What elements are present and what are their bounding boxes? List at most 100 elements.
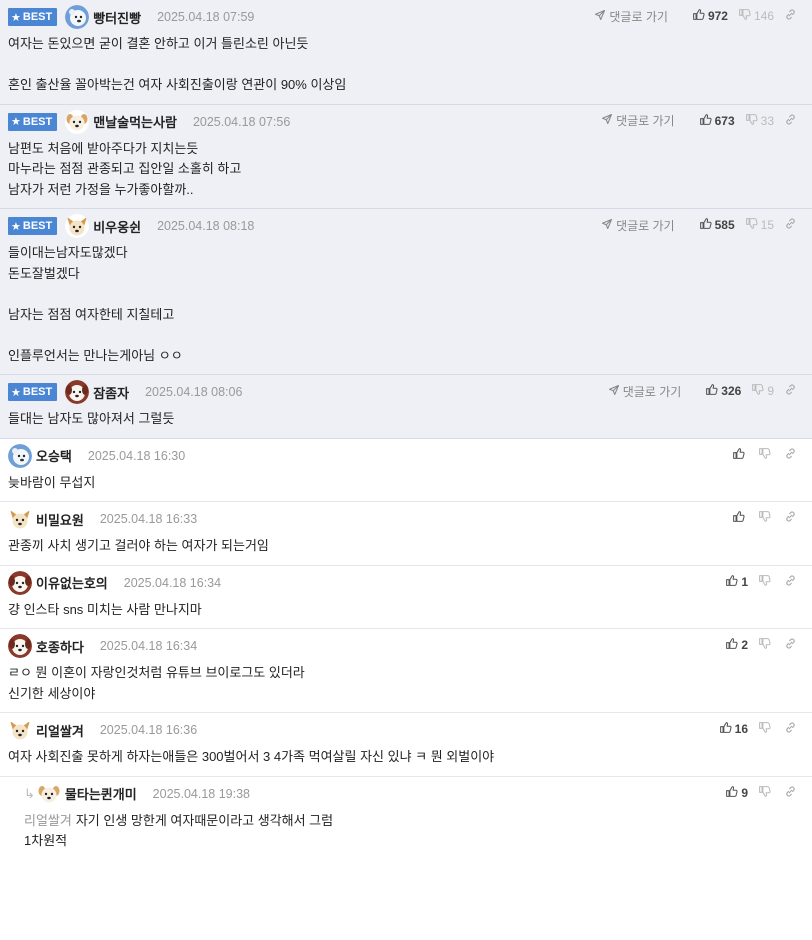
avatar[interactable] — [36, 781, 61, 806]
dislike-button[interactable] — [758, 721, 774, 737]
share-link-button[interactable] — [784, 510, 800, 526]
comment-actions: 댓글로 가기 673 33 — [601, 111, 800, 131]
share-link-button[interactable] — [784, 113, 800, 129]
avatar[interactable] — [8, 718, 32, 742]
link-icon — [784, 510, 800, 526]
dislike-button[interactable] — [758, 447, 774, 463]
like-button[interactable]: 9 — [725, 785, 748, 801]
share-link-button[interactable] — [784, 217, 800, 233]
share-link-button[interactable] — [784, 447, 800, 463]
nickname[interactable]: 잠좀자 — [93, 383, 129, 402]
link-icon — [784, 637, 800, 653]
dislike-button[interactable]: 15 — [745, 217, 774, 233]
comment-line: 신기한 세상이야 — [8, 685, 96, 701]
share-link-button[interactable] — [784, 785, 800, 801]
best-comment: ★ BEST 빵터진빵 2025.04.18 07:59 댓글로 가기 972 146 여자는… — [0, 0, 812, 105]
comment-body: 들이대는남자도많겠다 돈도잘벌겠다 남자는 점점 여자한테 지칠테고 인플루언서는… — [8, 243, 804, 366]
link-icon — [784, 785, 800, 801]
comment: 비밀요원 2025.04.18 16:33 관종끼 사치 생기고 걸러야 하는 여자… — [0, 502, 812, 566]
comment-line: 남편도 처음에 받아주다가 지치는듯 — [8, 140, 199, 156]
like-count: 673 — [714, 113, 735, 128]
comment-line: ㄹㅇ 뭔 이혼이 자랑인것처럼 유튜브 브이로그도 있더라 — [8, 665, 305, 680]
nickname[interactable]: 빵터진빵 — [93, 8, 141, 27]
like-button[interactable] — [732, 447, 748, 463]
avatar[interactable] — [65, 380, 90, 404]
star-icon: ★ — [11, 220, 21, 233]
avatar[interactable] — [65, 5, 90, 29]
dislike-button[interactable]: 146 — [738, 8, 774, 24]
dislike-button[interactable]: 9 — [751, 383, 774, 399]
goto-comment-link[interactable]: 댓글로 가기 — [601, 112, 675, 129]
comment-line: 리얼쌀겨 자기 인생 망한게 여자때문이라고 생각해서 그럼 — [24, 812, 334, 828]
send-icon — [601, 218, 616, 233]
mention-nickname[interactable]: 리얼쌀겨 — [24, 813, 72, 828]
nickname[interactable]: 이유없는호의 — [36, 573, 108, 592]
dislike-button[interactable] — [758, 637, 774, 653]
like-button[interactable]: 585 — [699, 217, 735, 233]
dislike-button[interactable] — [758, 574, 774, 590]
dislike-button[interactable] — [758, 510, 774, 526]
avatar[interactable] — [8, 507, 32, 531]
share-link-button[interactable] — [784, 721, 800, 737]
comment-actions: 댓글로 가기 585 15 — [601, 215, 800, 235]
dislike-count: 146 — [753, 9, 774, 23]
nickname[interactable]: 리얼쌀겨 — [36, 721, 84, 740]
share-link-button[interactable] — [784, 8, 800, 24]
avatar[interactable] — [65, 109, 90, 134]
goto-comment-link[interactable]: 댓글로 가기 — [608, 383, 681, 400]
like-button[interactable]: 326 — [705, 383, 741, 399]
comment-line: 늦바람이 무섭지 — [8, 474, 96, 490]
thumbs-down-icon — [758, 637, 774, 653]
comment-header: 비밀요원 2025.04.18 16:33 — [8, 507, 804, 531]
share-link-button[interactable] — [784, 383, 800, 399]
avatar[interactable] — [65, 214, 90, 238]
comment-actions: 댓글로 가기 326 9 — [608, 381, 800, 401]
comment-line: 관종끼 사치 생기고 걸러야 하는 여자가 되는거임 — [8, 538, 269, 553]
comment-line — [8, 55, 804, 76]
like-button[interactable]: 673 — [699, 113, 735, 129]
avatar[interactable] — [8, 634, 32, 658]
comment-line: 남자는 점점 여자한테 지칠테고 — [8, 306, 175, 322]
link-icon — [784, 574, 800, 590]
comment-actions: 댓글로 가기 972 146 — [594, 6, 800, 26]
best-comment: ★ BEST 잠좀자 2025.04.18 08:06 댓글로 가기 326 9 들대는 남자… — [0, 375, 812, 439]
nickname[interactable]: 호종하다 — [36, 637, 84, 656]
thumbs-down-icon — [758, 574, 774, 590]
dislike-count: 33 — [760, 113, 774, 128]
thumbs-up-icon — [725, 574, 741, 590]
like-button[interactable]: 16 — [719, 721, 748, 737]
comment-line: 돈도잘벌겠다 — [8, 265, 80, 281]
reply-arrow-icon: ↳ — [24, 785, 35, 801]
link-icon — [784, 8, 800, 24]
thumbs-down-icon — [751, 383, 767, 399]
comment-body: 관종끼 사치 생기고 걸러야 하는 여자가 되는거임 — [8, 536, 804, 557]
avatar[interactable] — [8, 443, 32, 468]
share-link-button[interactable] — [784, 637, 800, 653]
comment-line: 남자가 저런 가정을 누가좋아할까.. — [8, 181, 194, 197]
share-link-button[interactable] — [784, 574, 800, 590]
avatar[interactable] — [8, 570, 32, 595]
like-count: 16 — [734, 722, 748, 736]
like-button[interactable] — [732, 510, 748, 526]
like-button[interactable]: 2 — [725, 637, 748, 653]
like-button[interactable]: 972 — [692, 8, 728, 24]
timestamp: 2025.04.18 16:33 — [99, 512, 198, 526]
nickname[interactable]: 오승택 — [36, 446, 72, 465]
comment-line: 걍 인스타 sns 미치는 사람 만나지마 — [8, 601, 202, 617]
comment-body: 여자는 돈있으면 굳이 결혼 안하고 이거 틀린소린 아닌듯 혼인 출산율 꼴아… — [8, 34, 804, 96]
nickname[interactable]: 맨날술먹는사람 — [93, 112, 177, 131]
dislike-button[interactable] — [758, 785, 774, 801]
send-icon — [594, 9, 609, 24]
nickname[interactable]: 비우옹쉰 — [93, 217, 141, 236]
comment-line — [8, 284, 804, 305]
link-icon — [784, 721, 800, 737]
nickname[interactable]: 물타는퀸개미 — [65, 784, 137, 803]
thumbs-down-icon — [758, 785, 774, 801]
comment-line: 들이대는남자도많겠다 — [8, 245, 128, 260]
goto-comment-link[interactable]: 댓글로 가기 — [601, 217, 675, 234]
dislike-button[interactable]: 33 — [745, 113, 774, 129]
like-button[interactable]: 1 — [725, 574, 748, 590]
nickname[interactable]: 비밀요원 — [36, 510, 84, 529]
goto-comment-link[interactable]: 댓글로 가기 — [594, 8, 668, 25]
thumbs-down-icon — [758, 447, 774, 463]
